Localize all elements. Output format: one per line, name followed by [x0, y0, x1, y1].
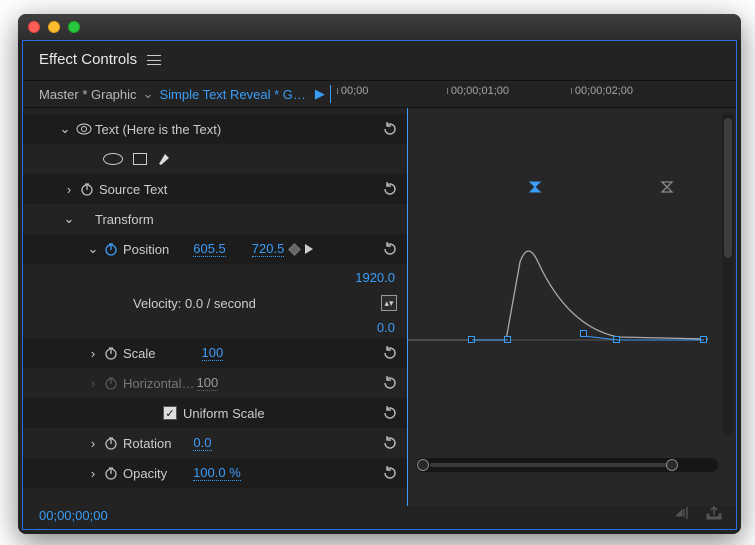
- rectangle-icon[interactable]: [133, 153, 147, 165]
- opacity-value[interactable]: 100.0 %: [193, 465, 241, 481]
- twirl-closed-icon[interactable]: ›: [87, 466, 99, 481]
- panel-title: Effect Controls: [39, 51, 137, 68]
- stopwatch-icon[interactable]: [103, 436, 119, 450]
- current-time-display[interactable]: 00;00;00;00: [39, 508, 108, 523]
- ellipse-icon[interactable]: [103, 153, 123, 165]
- velocity-row: Velocity: 0.0 / second ▴▾: [23, 290, 407, 316]
- horizontal-zoom-scrollbar[interactable]: [416, 458, 718, 472]
- sequence-label[interactable]: Simple Text Reveal * G…: [159, 87, 305, 102]
- maximize-icon[interactable]: [68, 21, 80, 33]
- twirl-open-icon[interactable]: ⌄: [87, 241, 99, 257]
- scale-value[interactable]: 100: [202, 345, 224, 361]
- checkbox-checked-icon[interactable]: ✓: [163, 406, 177, 420]
- pen-icon[interactable]: [157, 152, 171, 166]
- eye-icon[interactable]: [75, 123, 93, 135]
- keyframe-hourglass-icon[interactable]: [528, 180, 542, 194]
- velocity-curve: [408, 232, 708, 342]
- scale-row[interactable]: › Scale 100: [23, 338, 407, 368]
- scale-label: Scale: [123, 346, 156, 361]
- play-icon[interactable]: ▶: [312, 86, 328, 102]
- reset-icon[interactable]: [381, 404, 399, 422]
- opacity-label: Opacity: [123, 466, 167, 481]
- scroll-thumb[interactable]: [724, 118, 732, 258]
- velocity-label: Velocity: 0.0 / second: [133, 296, 256, 311]
- keyframe-prev-icon[interactable]: [288, 243, 301, 256]
- reset-icon[interactable]: [381, 434, 399, 452]
- window-titlebar[interactable]: [18, 14, 741, 40]
- panel-title-bar: Effect Controls: [23, 41, 736, 80]
- value-graph[interactable]: [407, 108, 736, 506]
- effect-tree: ⌄ Text (Here is the Text): [23, 108, 407, 506]
- chevron-down-icon[interactable]: ⌄: [143, 86, 154, 102]
- source-text-label: Source Text: [99, 182, 167, 197]
- effect-controls-window: Effect Controls Master * Graphic ⌄ Simpl…: [18, 14, 741, 534]
- reset-icon[interactable]: [381, 344, 399, 362]
- graph-min-row: 0.0: [23, 316, 407, 338]
- position-label: Position: [123, 242, 169, 257]
- ruler-tick: 00;00;01;00: [451, 85, 509, 97]
- shape-tools-row: [23, 144, 407, 174]
- audio-icon[interactable]: [676, 506, 694, 523]
- uniform-scale-row[interactable]: ✓ Uniform Scale: [23, 398, 407, 428]
- reset-icon[interactable]: [381, 180, 399, 198]
- stopwatch-icon[interactable]: [103, 466, 119, 480]
- ruler-tick: 00;00: [341, 85, 369, 97]
- close-icon[interactable]: [28, 21, 40, 33]
- rotation-label: Rotation: [123, 436, 171, 451]
- zoom-range[interactable]: [430, 463, 668, 467]
- text-layer-label: Text (Here is the Text): [95, 122, 221, 137]
- graph-min-value: 0.0: [377, 320, 395, 335]
- keyframe-hourglass-icon[interactable]: [660, 180, 674, 194]
- zoom-handle-left[interactable]: [417, 459, 429, 471]
- transform-label: Transform: [95, 212, 154, 227]
- stopwatch-icon[interactable]: [103, 346, 119, 360]
- twirl-open-icon[interactable]: ⌄: [63, 211, 75, 227]
- twirl-closed-icon[interactable]: ›: [63, 182, 75, 197]
- reset-icon[interactable]: [381, 120, 399, 138]
- hscale-value: 100: [197, 375, 219, 391]
- twirl-closed-icon[interactable]: ›: [87, 346, 99, 361]
- stopwatch-icon[interactable]: [103, 376, 119, 390]
- export-icon[interactable]: [706, 506, 722, 523]
- reset-icon[interactable]: [381, 240, 399, 258]
- source-text-row[interactable]: › Source Text: [23, 174, 407, 204]
- keyframe-play-icon[interactable]: [305, 242, 313, 257]
- twirl-closed-icon[interactable]: ›: [87, 376, 99, 391]
- rotation-value[interactable]: 0.0: [193, 435, 211, 451]
- rotation-row[interactable]: › Rotation 0.0: [23, 428, 407, 458]
- graph-max-row: 1920.0: [23, 264, 407, 290]
- transform-row[interactable]: ⌄ Transform: [23, 204, 407, 234]
- vertical-scrollbar[interactable]: [722, 112, 734, 436]
- opacity-row[interactable]: › Opacity 100.0 %: [23, 458, 407, 488]
- minimize-icon[interactable]: [48, 21, 60, 33]
- twirl-closed-icon[interactable]: ›: [87, 436, 99, 451]
- zoom-handle-right[interactable]: [666, 459, 678, 471]
- reset-icon[interactable]: [381, 464, 399, 482]
- velocity-toggle-icon[interactable]: ▴▾: [381, 295, 397, 311]
- position-y-value[interactable]: 720.5: [252, 241, 285, 257]
- horizontal-scale-row[interactable]: › Horizontal… 100: [23, 368, 407, 398]
- panel-menu-icon[interactable]: [147, 55, 161, 65]
- time-ruler[interactable]: 00;00 00;00;01;00 00;00;02;00: [330, 85, 732, 103]
- panel-frame: Effect Controls Master * Graphic ⌄ Simpl…: [22, 40, 737, 530]
- clip-sequence-bar: Master * Graphic ⌄ Simple Text Reveal * …: [23, 80, 736, 108]
- text-layer-header[interactable]: ⌄ Text (Here is the Text): [23, 114, 407, 144]
- twirl-open-icon[interactable]: ⌄: [59, 121, 71, 137]
- master-clip-label[interactable]: Master * Graphic: [39, 87, 137, 102]
- ruler-tick: 00;00;02;00: [575, 85, 633, 97]
- stopwatch-icon[interactable]: [79, 182, 95, 196]
- position-row[interactable]: ⌄ Position 605.5 720.5: [23, 234, 407, 264]
- reset-icon[interactable]: [381, 374, 399, 392]
- graph-max-value: 1920.0: [355, 270, 395, 285]
- position-x-value[interactable]: 605.5: [193, 241, 226, 257]
- hscale-label: Horizontal…: [123, 376, 195, 391]
- uniform-scale-label: Uniform Scale: [183, 406, 265, 421]
- stopwatch-icon[interactable]: [103, 242, 119, 256]
- handle-lines: [468, 336, 708, 346]
